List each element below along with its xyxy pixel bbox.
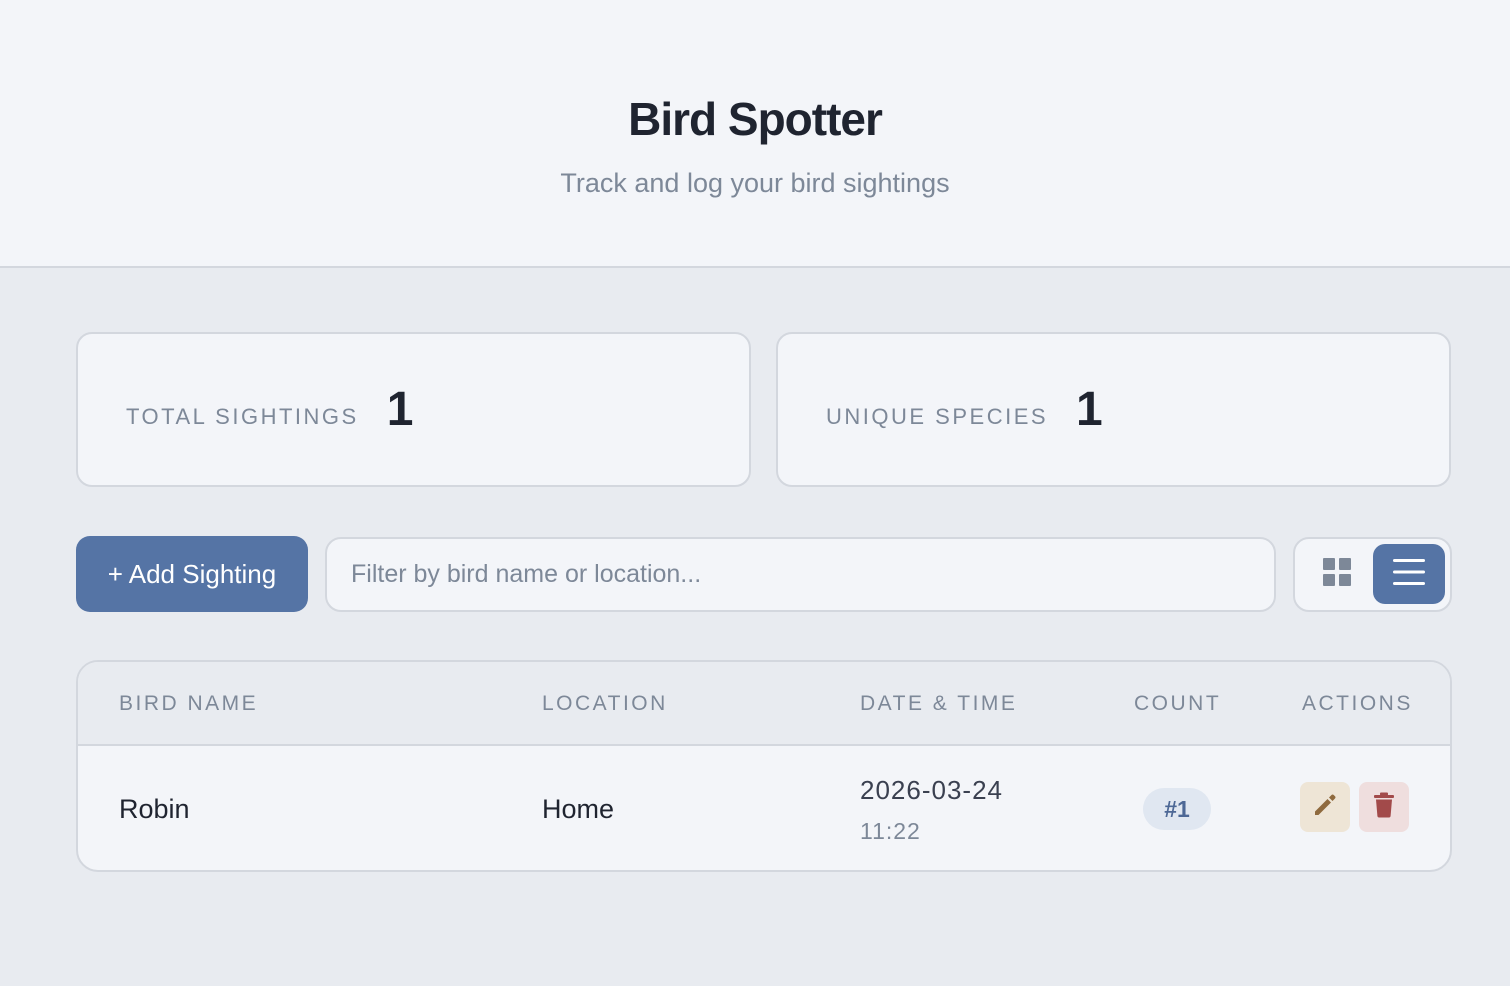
page-header: Bird Spotter Track and log your bird sig…: [0, 0, 1510, 268]
grid-view-icon: [1322, 557, 1352, 592]
delete-button[interactable]: [1359, 782, 1409, 832]
edit-button[interactable]: [1300, 782, 1350, 832]
stats-row: TOTAL SIGHTINGS 1 UNIQUE SPECIES 1: [76, 332, 1451, 487]
column-header-count: COUNT: [1134, 692, 1222, 715]
stat-card-total-sightings: TOTAL SIGHTINGS 1: [76, 332, 751, 487]
location-cell: Home: [542, 794, 615, 824]
date-cell: 2026-03-24: [860, 775, 1003, 805]
app-title: Bird Spotter: [628, 93, 883, 145]
add-sighting-button[interactable]: + Add Sighting: [76, 536, 308, 612]
toolbar: + Add Sighting: [76, 536, 1452, 612]
list-view-button[interactable]: [1373, 544, 1445, 604]
list-view-icon: [1393, 558, 1425, 591]
table-header: BIRD NAME LOCATION DATE & TIME COUNT ACT…: [78, 662, 1450, 746]
stat-value-total-sightings: 1: [386, 383, 414, 436]
column-header-location: LOCATION: [542, 692, 668, 715]
sightings-table: BIRD NAME LOCATION DATE & TIME COUNT ACT…: [76, 660, 1452, 872]
count-badge: #1: [1143, 788, 1211, 830]
trash-icon: [1372, 792, 1396, 823]
view-toggle: [1293, 536, 1452, 612]
grid-view-button[interactable]: [1301, 544, 1373, 604]
time-cell: 11:22: [860, 818, 921, 844]
filter-input[interactable]: [325, 536, 1276, 612]
column-header-bird-name: BIRD NAME: [119, 692, 259, 715]
column-header-actions: ACTIONS: [1302, 692, 1413, 715]
pencil-icon: [1312, 792, 1338, 823]
app-subtitle: Track and log your bird sightings: [560, 168, 950, 198]
stat-card-unique-species: UNIQUE SPECIES 1: [776, 332, 1451, 487]
stat-value-unique-species: 1: [1076, 383, 1103, 436]
stat-label-unique-species: UNIQUE SPECIES: [826, 403, 1049, 429]
stat-label-total-sightings: TOTAL SIGHTINGS: [126, 403, 359, 429]
column-header-date-time: DATE & TIME: [860, 692, 1018, 715]
table-row: Robin Home 2026-03-24 11:22 #1: [78, 746, 1450, 870]
bird-name-cell: Robin: [119, 794, 190, 824]
